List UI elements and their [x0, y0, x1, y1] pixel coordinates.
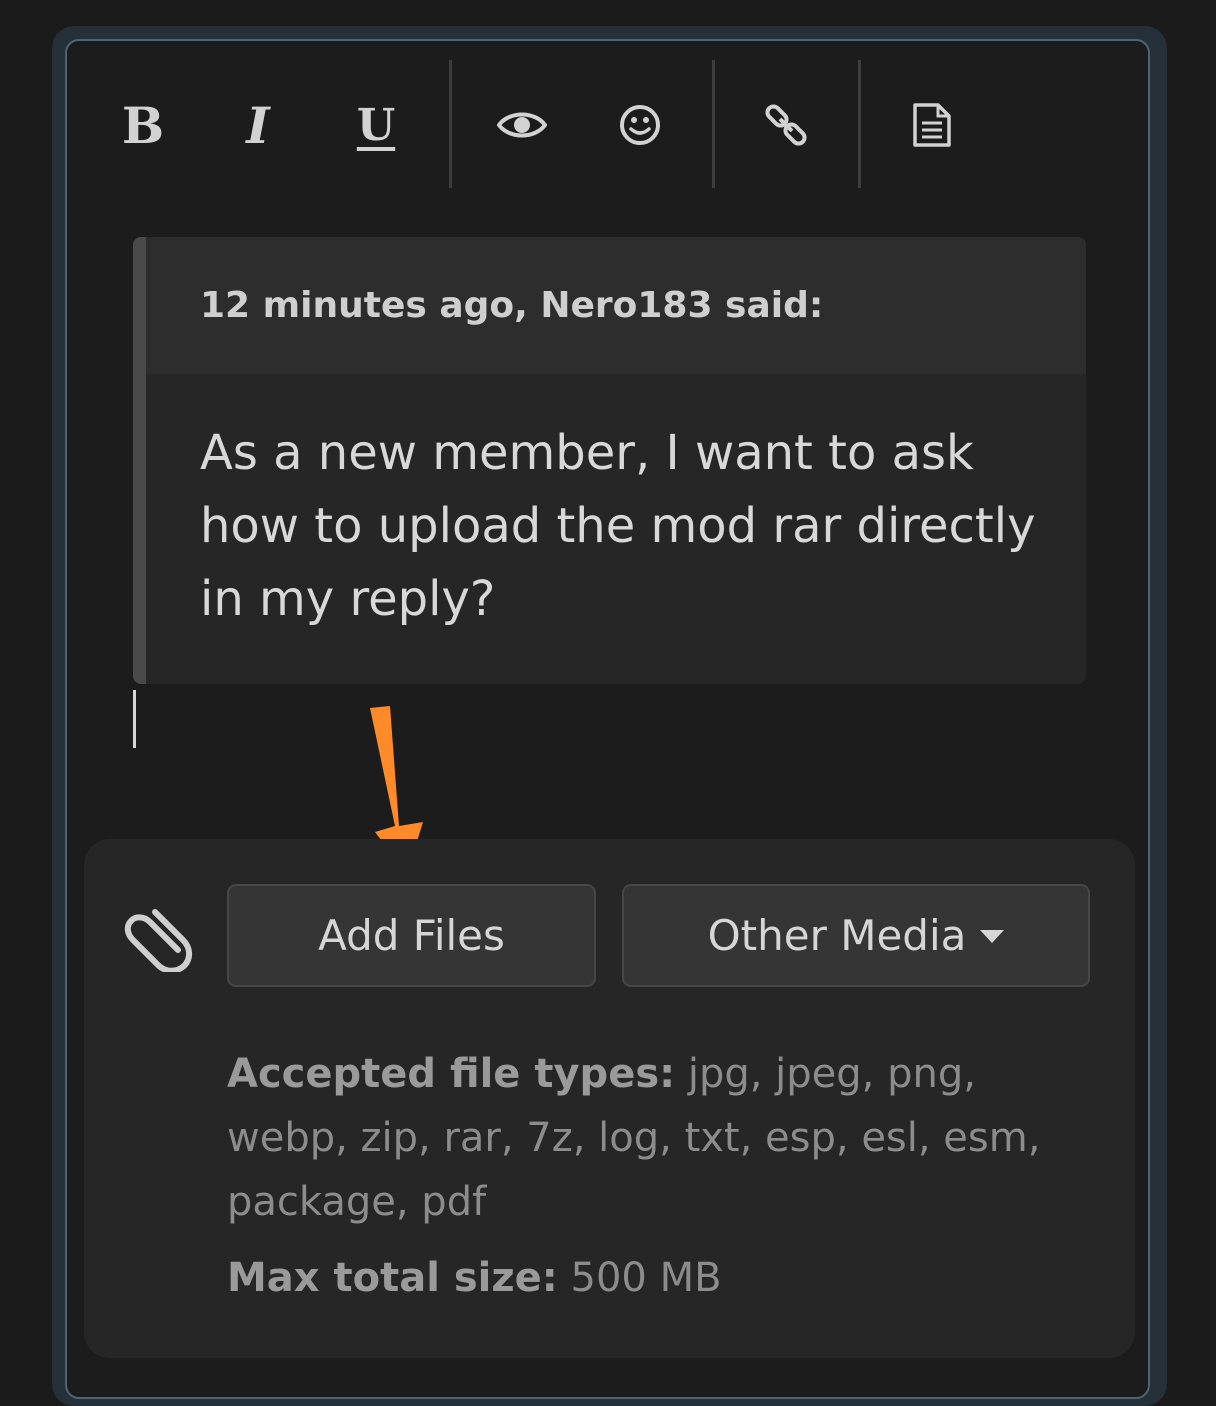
- add-files-label: Add Files: [318, 911, 505, 960]
- bold-button[interactable]: B: [83, 66, 203, 184]
- source-button[interactable]: [872, 66, 992, 184]
- toolbar-separator: [712, 60, 715, 188]
- toolbar-separator: [449, 60, 452, 188]
- max-total-size-label: Max total size:: [227, 1255, 558, 1301]
- underline-button[interactable]: U: [316, 66, 436, 184]
- quote-citation: 12 minutes ago, Nero183 said:: [146, 237, 1086, 374]
- max-total-size-value: 500 MB: [557, 1255, 722, 1301]
- max-total-size: Max total size: 500 MB: [227, 1246, 1077, 1310]
- preview-button[interactable]: [462, 66, 582, 184]
- link-button[interactable]: [726, 66, 846, 184]
- accepted-file-types-label: Accepted file types:: [227, 1051, 676, 1097]
- italic-button[interactable]: I: [198, 66, 318, 184]
- toolbar-separator: [858, 60, 861, 188]
- document-icon: [913, 103, 951, 147]
- link-icon: [765, 104, 807, 146]
- accepted-file-types: Accepted file types: jpg, jpeg, png, web…: [227, 1042, 1077, 1234]
- quoted-post: 12 minutes ago, Nero183 said: As a new m…: [133, 237, 1086, 684]
- other-media-dropdown[interactable]: Other Media: [622, 884, 1090, 987]
- quote-text: As a new member, I want to ask how to up…: [200, 425, 1036, 627]
- caret-down-icon: [980, 930, 1005, 943]
- paperclip-icon: [124, 909, 193, 972]
- eye-icon: [497, 112, 547, 138]
- text-cursor: [133, 690, 136, 748]
- add-files-button[interactable]: Add Files: [227, 884, 596, 987]
- smiley-icon: [620, 105, 660, 145]
- other-media-label: Other Media: [707, 911, 967, 960]
- emoji-button[interactable]: [580, 66, 700, 184]
- quote-bar: [133, 237, 146, 684]
